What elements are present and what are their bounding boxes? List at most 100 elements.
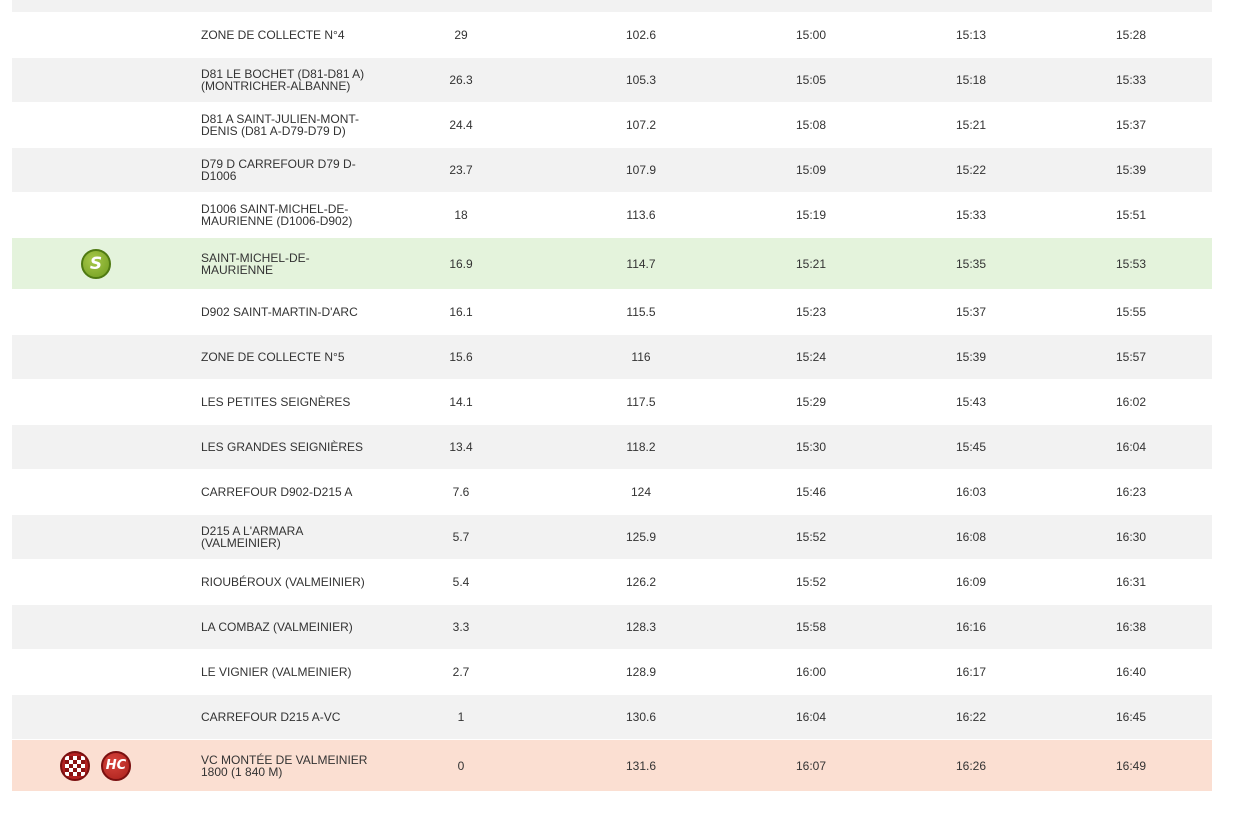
- time-medium: 15:39: [955, 350, 987, 364]
- km-to-go: 7.6: [452, 485, 470, 499]
- time-slow: 16:31: [1115, 575, 1147, 589]
- km-done: 116: [631, 350, 651, 364]
- place-name: D902 SAINT-MARTIN-D'ARC: [201, 305, 358, 319]
- table-row: ZONE DE COLLECTE N°5 15.6 116 15:24 15:3…: [12, 335, 1212, 380]
- km-done: 105.3: [625, 73, 657, 87]
- time-slow: 15:57: [1115, 350, 1147, 364]
- time-fast: 15:08: [795, 118, 827, 132]
- km-done: 124: [630, 485, 652, 499]
- time-medium: 16:22: [955, 710, 987, 724]
- place-name: RIOUBÉROUX (VALMEINIER): [201, 575, 365, 589]
- time-medium: 16:08: [955, 530, 987, 544]
- km-to-go: 15.6: [449, 350, 473, 364]
- km-to-go: 29: [454, 28, 468, 42]
- place-name: LA COMBAZ (VALMEINIER): [201, 620, 353, 634]
- time-slow: 15:55: [1115, 305, 1147, 319]
- km-done: 130.6: [625, 710, 657, 724]
- table-row: VC MONTÉE DE VALMEINIER 1800 (1 840 M) 0…: [12, 740, 1212, 792]
- time-medium: 15:22: [955, 163, 987, 177]
- km-to-go: 16.9: [449, 256, 473, 271]
- place-name: LE VIGNIER (VALMEINIER): [201, 665, 352, 679]
- km-done: 102.6: [625, 28, 657, 42]
- time-medium: 15:33: [955, 208, 987, 222]
- table-row: D1006 SAINT-MICHEL-DE-MAURIENNE (D1006-D…: [12, 193, 1212, 238]
- time-fast: 15:09: [795, 163, 827, 177]
- time-slow: 16:30: [1115, 530, 1147, 544]
- km-to-go: 5.7: [452, 530, 470, 544]
- time-slow: 15:37: [1115, 118, 1147, 132]
- km-to-go: 5.4: [452, 575, 470, 589]
- time-fast: 15:30: [795, 440, 827, 454]
- place-name: ZONE DE COLLECTE N°5: [201, 350, 345, 364]
- time-fast: 16:04: [795, 710, 827, 724]
- km-done: 107.2: [625, 118, 657, 132]
- checkered-flag-icon: [65, 755, 85, 776]
- time-medium: 15:37: [955, 305, 987, 319]
- place-name: CARREFOUR D215 A-VC: [201, 710, 341, 724]
- time-medium: 15:35: [955, 256, 987, 271]
- table-row: D902 SAINT-MARTIN-D'ARC 16.1 115.5 15:23…: [12, 290, 1212, 335]
- time-medium: 16:09: [955, 575, 987, 589]
- table-row: LE VIGNIER (VALMEINIER) 2.7 128.9 16:00 …: [12, 650, 1212, 695]
- km-done: 117.5: [626, 395, 656, 409]
- km-to-go: 0: [457, 758, 465, 773]
- time-slow: 16:04: [1115, 440, 1147, 454]
- km-to-go: 24.4: [449, 118, 473, 132]
- place-name: LES GRANDES SEIGNIÈRES: [201, 440, 364, 454]
- table-row: CARREFOUR D902-D215 A 7.6 124 15:46 16:0…: [12, 470, 1212, 515]
- table-row: LES GRANDES SEIGNIÈRES 13.4 118.2 15:30 …: [12, 425, 1212, 470]
- km-done: 107.9: [625, 163, 657, 177]
- km-to-go: 16.1: [449, 305, 473, 319]
- km-done: 113.6: [626, 208, 656, 222]
- time-fast: 15:00: [795, 28, 827, 42]
- place-name: D81 A SAINT-JULIEN-MONT-DENIS (D81 A-D79…: [201, 112, 360, 138]
- time-fast: 15:58: [795, 620, 827, 634]
- km-to-go: 3.3: [452, 620, 470, 634]
- time-slow: 15:53: [1115, 256, 1147, 271]
- km-done: 118.2: [626, 440, 656, 454]
- km-done: 126.2: [625, 575, 657, 589]
- time-slow: 16:02: [1115, 395, 1147, 409]
- table-row: D81 A SAINT-JULIEN-MONT-DENIS (D81 A-D79…: [12, 103, 1212, 148]
- table-row: D215 A L'ARMARA (VALMEINIER) 5.7 125.9 1…: [12, 515, 1212, 560]
- hors-categorie-climb-icon: HC: [101, 750, 131, 781]
- km-done: 128.9: [625, 665, 657, 679]
- km-to-go: 23.7: [449, 163, 473, 177]
- time-medium: 15:21: [955, 118, 987, 132]
- time-fast: 16:00: [795, 665, 827, 679]
- table-row: LA COMBAZ (VALMEINIER) 3.3 128.3 15:58 1…: [12, 605, 1212, 650]
- time-fast: 15:05: [795, 73, 827, 87]
- table-row: D81 LE BOCHET (D81-D81 A) (MONTRICHER-AL…: [12, 58, 1212, 103]
- time-slow: 15:33: [1115, 73, 1147, 87]
- table-row: CARREFOUR D215 A-VC 1 130.6 16:04 16:22 …: [12, 695, 1212, 740]
- km-to-go: 1: [457, 710, 465, 724]
- km-done: 125.9: [625, 530, 657, 544]
- place-name: SAINT-MICHEL-DE-MAURIENNE: [201, 250, 310, 277]
- time-medium: 15:43: [955, 395, 987, 409]
- sprint-point-icon: S: [81, 248, 111, 279]
- table-row: SAINT-MICHEL-DE-MAURIENNE 16.9 114.7 15:…: [12, 238, 1212, 290]
- km-done: 128.3: [625, 620, 657, 634]
- finish-flag-icon: [60, 750, 90, 781]
- time-fast: 15:19: [795, 208, 827, 222]
- time-fast: 15:46: [795, 485, 827, 499]
- km-done: 131.6: [625, 758, 657, 773]
- place-name: D79 D CARREFOUR D79 D-D1006: [201, 157, 356, 183]
- km-to-go: 2.7: [452, 665, 470, 679]
- place-name: D215 A L'ARMARA (VALMEINIER): [201, 524, 303, 550]
- place-name: VC MONTÉE DE VALMEINIER 1800 (1 840 M): [201, 752, 368, 779]
- table-row: LES PETITES SEIGNÈRES 14.1 117.5 15:29 1…: [12, 380, 1212, 425]
- table-row: RIOUBÉROUX (VALMEINIER) 5.4 126.2 15:52 …: [12, 560, 1212, 605]
- time-medium: 16:03: [955, 485, 987, 499]
- km-done: 114.7: [626, 256, 656, 271]
- time-fast: 15:52: [795, 530, 827, 544]
- time-medium: 16:26: [955, 758, 987, 773]
- time-slow: 16:40: [1115, 665, 1147, 679]
- km-to-go: 13.4: [449, 440, 473, 454]
- time-fast: 15:24: [795, 350, 827, 364]
- time-slow: 15:39: [1115, 163, 1147, 177]
- place-name: LES PETITES SEIGNÈRES: [201, 395, 351, 409]
- km-to-go: 26.3: [449, 73, 473, 87]
- time-medium: 15:45: [955, 440, 987, 454]
- time-fast: 16:07: [795, 758, 827, 773]
